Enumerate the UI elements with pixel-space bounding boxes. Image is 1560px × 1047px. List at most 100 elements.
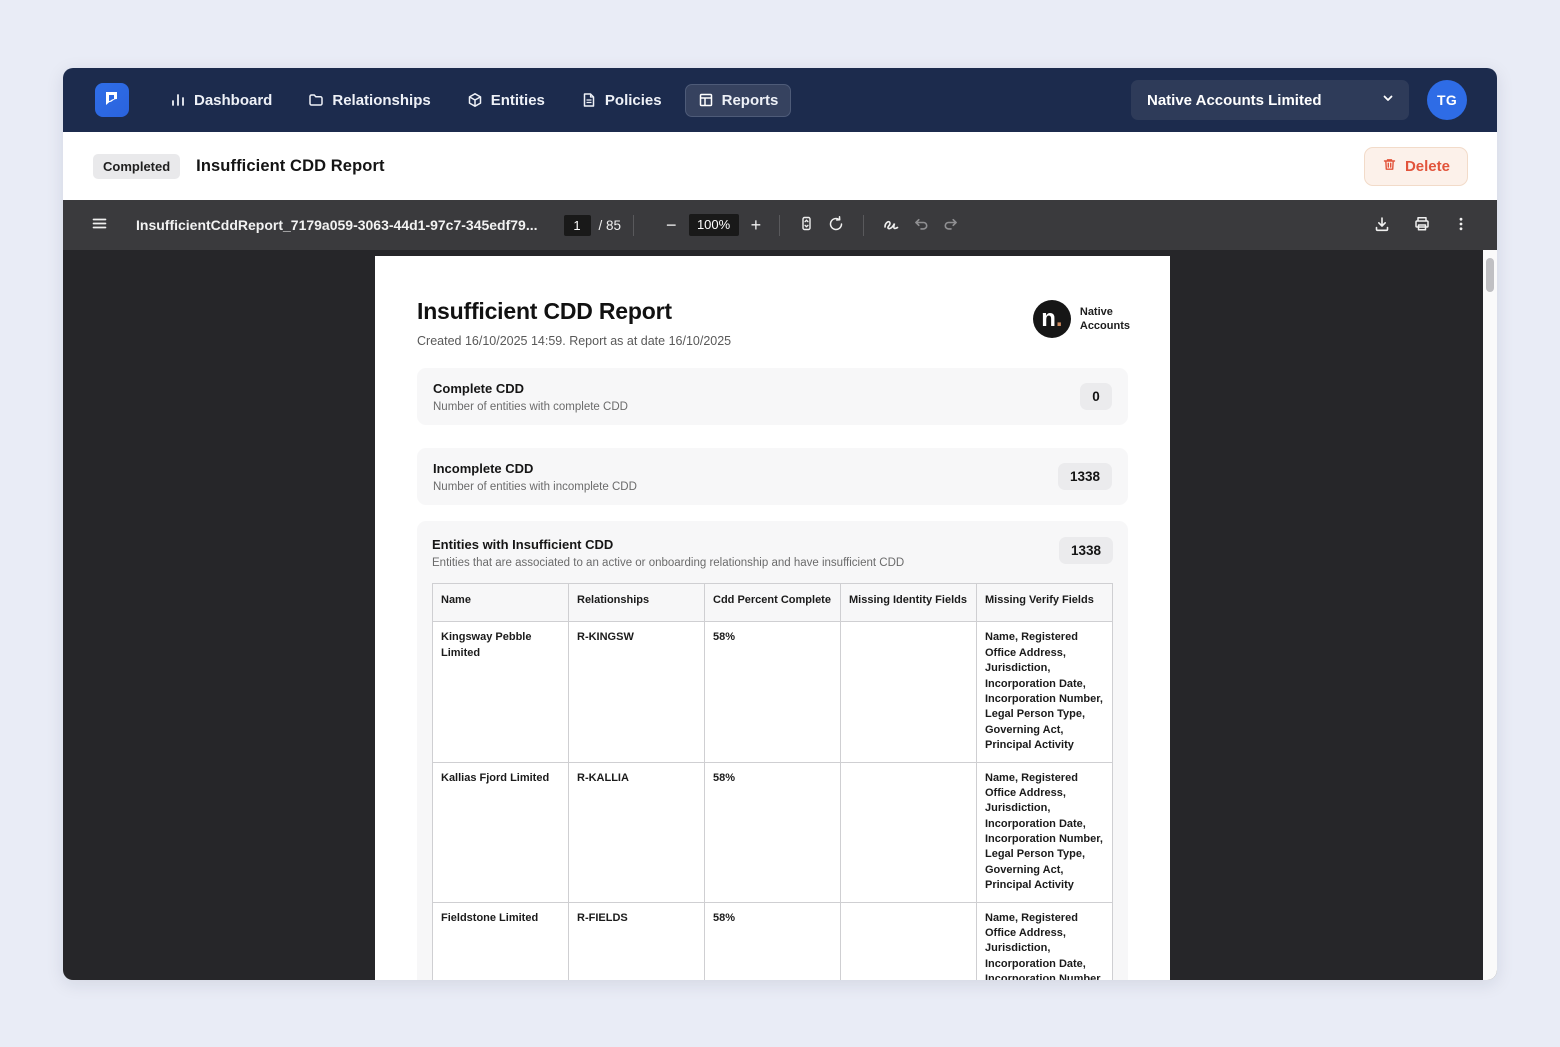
cell-cdd-percent: 58% xyxy=(705,762,841,902)
card-subtitle: Number of entities with incomplete CDD xyxy=(433,481,637,493)
nav-item-reports[interactable]: Reports xyxy=(685,84,792,117)
app-logo[interactable] xyxy=(95,83,129,117)
brand-name-line2: Accounts xyxy=(1080,319,1130,333)
status-badge: Completed xyxy=(93,154,180,179)
brand-logo-icon xyxy=(102,88,122,113)
page-title: Insufficient CDD Report xyxy=(196,157,384,176)
column-header-relationships: Relationships xyxy=(569,584,705,622)
nav-item-dashboard[interactable]: Dashboard xyxy=(157,84,285,117)
cell-name: Kallias Fjord Limited xyxy=(433,762,569,902)
top-navbar: Dashboard Relationships Entities Policie… xyxy=(63,68,1497,132)
cell-name: Fieldstone Limited xyxy=(433,902,569,980)
print-button[interactable] xyxy=(1407,209,1437,242)
nav-label: Policies xyxy=(605,92,662,109)
zoom-controls: − 100% + xyxy=(660,209,767,242)
more-options-button[interactable] xyxy=(1447,210,1475,241)
toolbar-divider xyxy=(779,215,780,236)
table-row: Kallias Fjord Limited R-KALLIA 58% Name,… xyxy=(433,762,1113,902)
redo-icon xyxy=(942,215,959,235)
delete-button[interactable]: Delete xyxy=(1364,147,1468,186)
toolbar-divider xyxy=(863,215,864,236)
navbar-right: Native Accounts Limited TG xyxy=(1131,80,1467,120)
scrollbar-thumb[interactable] xyxy=(1486,258,1494,292)
redo-button[interactable] xyxy=(936,209,965,241)
table-header-row: Name Relationships Cdd Percent Complete … xyxy=(433,584,1113,622)
toolbar-right-actions xyxy=(1367,209,1475,242)
user-avatar[interactable]: TG xyxy=(1427,80,1467,120)
sidebar-menu-button[interactable] xyxy=(85,209,114,241)
document-title: Insufficient CDD Report xyxy=(417,298,1128,325)
cell-relationships: R-KINGSW xyxy=(569,622,705,762)
rotate-button[interactable] xyxy=(821,209,851,242)
cell-missing-verify: Name, Registered Office Address, Jurisdi… xyxy=(977,762,1113,902)
card-title: Complete CDD xyxy=(433,381,628,396)
page-number-input[interactable] xyxy=(564,215,591,236)
count-badge: 1338 xyxy=(1059,537,1113,564)
kebab-menu-icon xyxy=(1453,216,1469,235)
trash-icon xyxy=(1382,157,1397,176)
logo-dot: . xyxy=(1056,307,1063,331)
page-total: / 85 xyxy=(599,218,622,233)
chevron-down-icon xyxy=(1381,91,1395,109)
column-header-cdd-percent: Cdd Percent Complete xyxy=(705,584,841,622)
nav-item-policies[interactable]: Policies xyxy=(568,84,675,117)
cell-missing-identity xyxy=(841,762,977,902)
brand-name: Native Accounts xyxy=(1080,305,1130,334)
print-icon xyxy=(1413,215,1431,236)
nav-label: Reports xyxy=(722,92,779,109)
org-selector-value: Native Accounts Limited xyxy=(1147,92,1321,109)
annotate-button[interactable] xyxy=(876,208,907,242)
summary-card-incomplete-cdd: Incomplete CDD Number of entities with i… xyxy=(417,448,1128,505)
undo-icon xyxy=(913,215,930,235)
count-badge: 1338 xyxy=(1058,463,1112,490)
cube-icon xyxy=(467,92,483,108)
column-header-missing-verify: Missing Verify Fields xyxy=(977,584,1113,622)
cell-missing-identity xyxy=(841,902,977,980)
cell-name: Kingsway Pebble Limited xyxy=(433,622,569,762)
nav-label: Relationships xyxy=(332,92,430,109)
pen-squiggle-icon xyxy=(882,214,901,236)
main-nav: Dashboard Relationships Entities Policie… xyxy=(157,84,791,117)
app-window: Dashboard Relationships Entities Policie… xyxy=(63,68,1497,980)
logo-letter: n xyxy=(1041,307,1056,331)
pdf-canvas: Insufficient CDD Report Created 16/10/20… xyxy=(63,250,1497,980)
nav-item-relationships[interactable]: Relationships xyxy=(295,84,443,117)
summary-card-complete-cdd: Complete CDD Number of entities with com… xyxy=(417,368,1128,425)
zoom-out-button[interactable]: − xyxy=(660,209,683,242)
brand-name-line1: Native xyxy=(1080,305,1130,319)
page-navigation: / 85 xyxy=(564,215,622,236)
count-badge: 0 xyxy=(1080,383,1112,410)
pdf-page: Insufficient CDD Report Created 16/10/20… xyxy=(375,256,1170,980)
avatar-initials: TG xyxy=(1437,92,1457,108)
nav-item-entities[interactable]: Entities xyxy=(454,84,558,117)
cell-relationships: R-FIELDS xyxy=(569,902,705,980)
pdf-scrollbar[interactable] xyxy=(1483,250,1497,980)
download-button[interactable] xyxy=(1367,209,1397,242)
cell-missing-verify: Name, Registered Office Address, Jurisdi… xyxy=(977,622,1113,762)
card-text: Complete CDD Number of entities with com… xyxy=(433,381,628,413)
table-row: Fieldstone Limited R-FIELDS 58% Name, Re… xyxy=(433,902,1113,980)
native-accounts-logo-icon: n. xyxy=(1033,300,1071,338)
fit-page-button[interactable] xyxy=(792,209,821,241)
card-text: Incomplete CDD Number of entities with i… xyxy=(433,461,637,493)
hamburger-icon xyxy=(91,215,108,235)
card-header: Entities with Insufficient CDD Entities … xyxy=(432,537,1113,569)
org-selector-dropdown[interactable]: Native Accounts Limited xyxy=(1131,80,1409,120)
cell-cdd-percent: 58% xyxy=(705,622,841,762)
card-title: Entities with Insufficient CDD xyxy=(432,537,904,552)
document-icon xyxy=(581,92,597,108)
card-subtitle: Entities that are associated to an activ… xyxy=(432,557,904,569)
cell-cdd-percent: 58% xyxy=(705,902,841,980)
rotate-icon xyxy=(827,215,845,236)
bar-chart-icon xyxy=(170,92,186,108)
cell-relationships: R-KALLIA xyxy=(569,762,705,902)
undo-button[interactable] xyxy=(907,209,936,241)
card-title: Incomplete CDD xyxy=(433,461,637,476)
zoom-in-button[interactable]: + xyxy=(745,209,768,242)
column-header-name: Name xyxy=(433,584,569,622)
table-icon xyxy=(698,92,714,108)
entities-insufficient-cdd-card: Entities with Insufficient CDD Entities … xyxy=(417,521,1128,980)
column-header-missing-identity: Missing Identity Fields xyxy=(841,584,977,622)
nav-label: Dashboard xyxy=(194,92,272,109)
zoom-level[interactable]: 100% xyxy=(689,214,739,236)
